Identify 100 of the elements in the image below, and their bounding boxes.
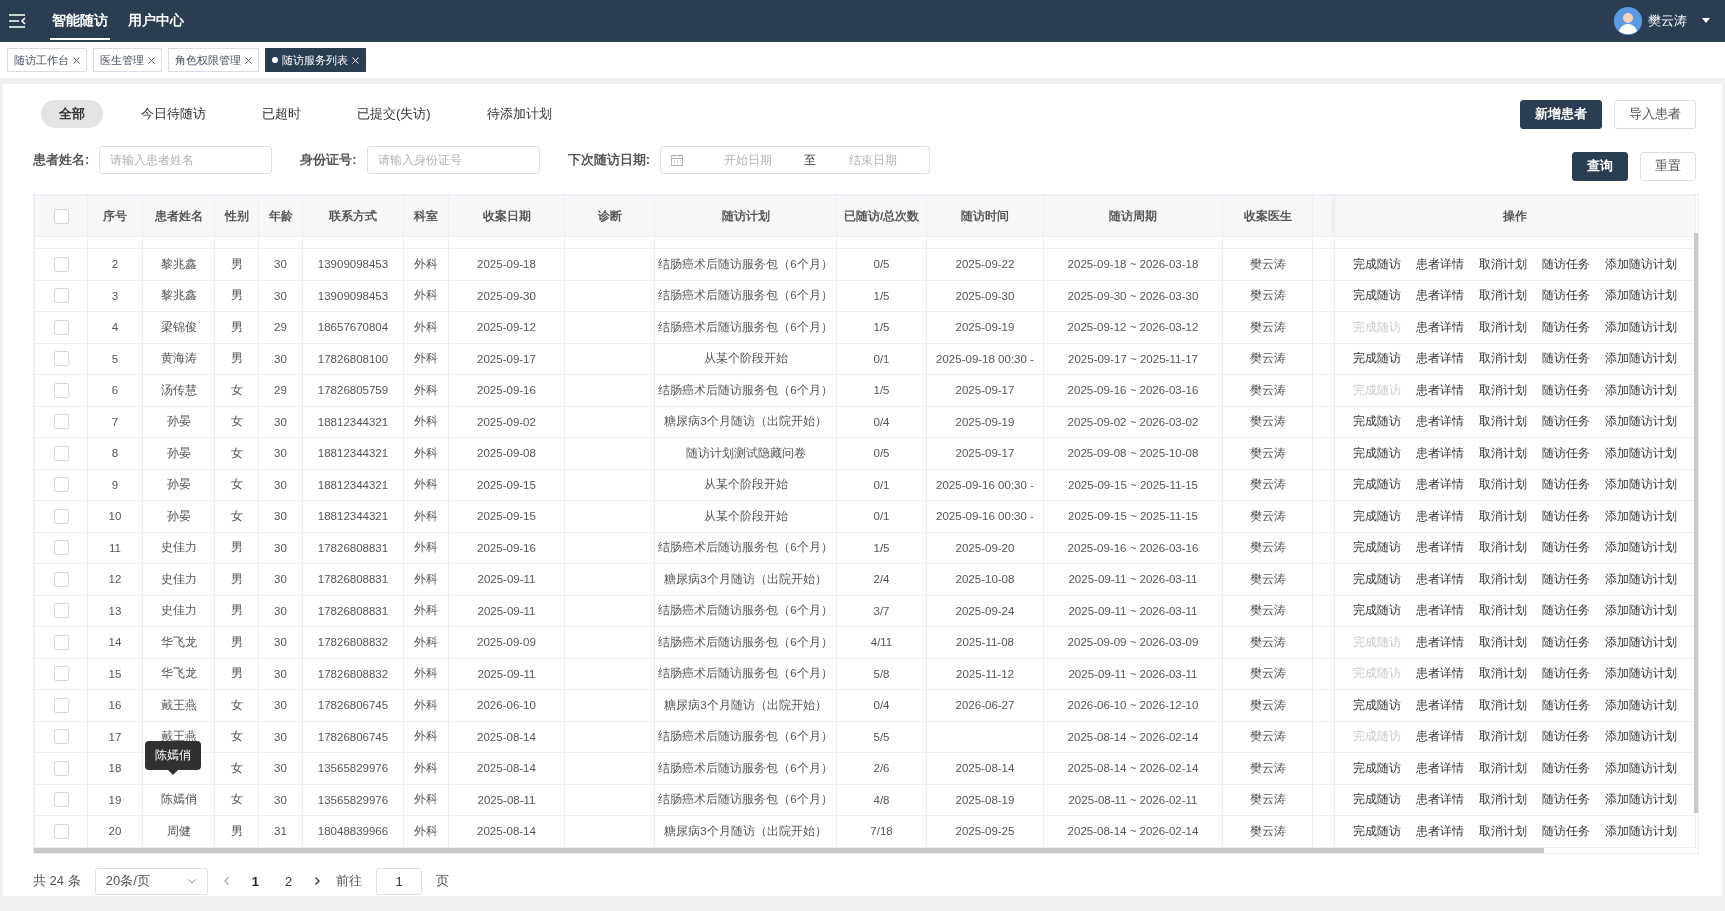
table-link[interactable]: 取消计划 (1478, 382, 1527, 398)
table-link[interactable]: 患者详情 (1415, 351, 1464, 367)
table-link[interactable]: 完成随访 (1352, 414, 1401, 430)
checkbox[interactable] (53, 666, 69, 682)
checkbox[interactable] (53, 445, 69, 461)
table-link[interactable]: 随访任务 (1542, 823, 1591, 839)
table-link[interactable]: 患者详情 (1415, 382, 1464, 398)
checkbox[interactable] (53, 634, 69, 650)
table-link[interactable]: 添加随访计划 (1605, 319, 1678, 335)
table-link[interactable]: 取消计划 (1478, 445, 1527, 461)
checkbox[interactable] (53, 540, 69, 556)
checkbox[interactable] (53, 603, 69, 619)
checkbox[interactable] (53, 729, 69, 745)
checkbox[interactable] (53, 477, 69, 493)
table-link[interactable]: 添加随访计划 (1605, 414, 1678, 430)
table-link[interactable]: 随访任务 (1542, 288, 1591, 304)
checkbox[interactable] (53, 288, 69, 304)
checkbox[interactable] (53, 508, 69, 524)
table-link[interactable]: 患者详情 (1415, 256, 1464, 272)
table-link[interactable]: 随访任务 (1542, 697, 1591, 713)
table-link[interactable]: 患者详情 (1415, 729, 1464, 745)
checkbox[interactable] (53, 382, 69, 398)
table-link[interactable]: 患者详情 (1415, 319, 1464, 335)
table-link[interactable]: 添加随访计划 (1605, 571, 1678, 587)
table-link[interactable]: 完成随访 (1352, 477, 1401, 493)
checkbox[interactable] (53, 208, 69, 224)
table-link[interactable]: 添加随访计划 (1605, 729, 1678, 745)
page-number[interactable]: 1 (245, 873, 265, 889)
table-link[interactable]: 完成随访 (1352, 540, 1401, 556)
table-link[interactable]: 患者详情 (1415, 508, 1464, 524)
table-link[interactable]: 添加随访计划 (1605, 697, 1678, 713)
table-link[interactable]: 取消计划 (1478, 823, 1527, 839)
filter-tab[interactable]: 待添加计划 (468, 100, 570, 128)
checkbox[interactable] (53, 319, 69, 335)
table-link[interactable]: 添加随访计划 (1605, 351, 1678, 367)
action-button[interactable]: 导入患者 (1614, 99, 1696, 129)
table-link[interactable]: 完成随访 (1352, 571, 1401, 587)
menu-icon[interactable] (8, 14, 26, 28)
filter-tab[interactable]: 今日待随访 (123, 100, 224, 128)
table-link[interactable]: 患者详情 (1415, 571, 1464, 587)
input-field[interactable]: 请输入患者姓名 (99, 146, 273, 174)
table-link[interactable]: 患者详情 (1415, 445, 1464, 461)
table-link[interactable]: 随访任务 (1542, 792, 1591, 808)
table-link[interactable]: 取消计划 (1478, 414, 1527, 430)
table-link[interactable]: 取消计划 (1478, 697, 1527, 713)
vertical-scrollbar[interactable] (1694, 233, 1698, 813)
table-link[interactable]: 完成随访 (1352, 792, 1401, 808)
nav-item[interactable]: 智能随访 (50, 2, 110, 40)
table-link[interactable]: 添加随访计划 (1605, 634, 1678, 650)
filter-tab[interactable]: 已超时 (244, 100, 319, 128)
table-link[interactable]: 随访任务 (1542, 571, 1591, 587)
table-link[interactable]: 取消计划 (1478, 508, 1527, 524)
table-link[interactable]: 完成随访 (1352, 351, 1401, 367)
table-link[interactable]: 取消计划 (1478, 351, 1527, 367)
table-link[interactable]: 患者详情 (1415, 477, 1464, 493)
action-button[interactable]: 查询 (1572, 151, 1628, 181)
table-link[interactable]: 取消计划 (1478, 666, 1527, 682)
table-link[interactable]: 添加随访计划 (1605, 792, 1678, 808)
table-link[interactable]: 取消计划 (1478, 729, 1527, 745)
tab[interactable]: 角色权限管理 (168, 48, 259, 72)
tab[interactable]: 随访工作台 (7, 48, 87, 72)
table-link[interactable]: 患者详情 (1415, 288, 1464, 304)
table-link[interactable]: 取消计划 (1478, 477, 1527, 493)
table-link[interactable]: 患者详情 (1415, 760, 1464, 776)
filter-tab[interactable]: 全部 (41, 100, 103, 128)
checkbox[interactable] (53, 823, 69, 839)
table-link[interactable]: 完成随访 (1352, 603, 1401, 619)
table-link[interactable]: 取消计划 (1478, 603, 1527, 619)
table-link[interactable]: 随访任务 (1542, 414, 1591, 430)
checkbox[interactable] (53, 571, 69, 587)
close-icon[interactable] (245, 56, 252, 64)
table-link[interactable]: 添加随访计划 (1605, 760, 1678, 776)
table-link[interactable]: 患者详情 (1415, 823, 1464, 839)
page-number[interactable]: 2 (278, 873, 299, 889)
date-range-field[interactable]: 开始日期 至 结束日期 (660, 146, 931, 174)
table-link[interactable]: 随访任务 (1542, 477, 1591, 493)
table-link[interactable]: 添加随访计划 (1605, 382, 1678, 398)
table-link[interactable]: 取消计划 (1478, 540, 1527, 556)
avatar-icon[interactable] (1614, 7, 1642, 35)
table-link[interactable]: 患者详情 (1415, 603, 1464, 619)
table-link[interactable]: 随访任务 (1542, 508, 1591, 524)
user-name[interactable]: 樊云涛 (1648, 12, 1687, 30)
table-link[interactable]: 完成随访 (1352, 288, 1401, 304)
table-link[interactable]: 取消计划 (1478, 571, 1527, 587)
checkbox[interactable] (53, 256, 69, 272)
table-link[interactable]: 添加随访计划 (1605, 666, 1678, 682)
table-link[interactable]: 随访任务 (1542, 540, 1591, 556)
table-link[interactable]: 添加随访计划 (1605, 256, 1678, 272)
caret-icon[interactable] (1701, 18, 1711, 24)
table-link[interactable]: 添加随访计划 (1605, 445, 1678, 461)
page-input[interactable]: 1 (376, 867, 423, 895)
table-link[interactable]: 随访任务 (1542, 760, 1591, 776)
table-link[interactable]: 完成随访 (1352, 256, 1401, 272)
table-link[interactable]: 取消计划 (1478, 256, 1527, 272)
checkbox[interactable] (53, 792, 69, 808)
table-link[interactable]: 完成随访 (1352, 697, 1401, 713)
checkbox[interactable] (53, 697, 69, 713)
action-button[interactable]: 新增患者 (1520, 99, 1602, 129)
table-link[interactable]: 患者详情 (1415, 697, 1464, 713)
table-link[interactable]: 添加随访计划 (1605, 508, 1678, 524)
